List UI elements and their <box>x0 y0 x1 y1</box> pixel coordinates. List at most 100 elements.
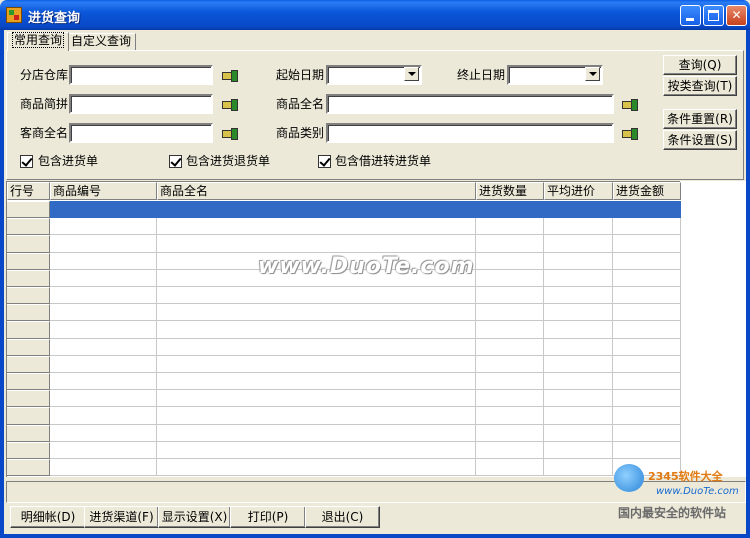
table-cell[interactable] <box>613 355 681 373</box>
table-cell[interactable] <box>613 338 681 356</box>
table-row[interactable] <box>7 390 681 408</box>
product-category-picker-icon[interactable] <box>622 127 638 140</box>
table-cell[interactable] <box>157 424 476 442</box>
table-cell[interactable] <box>476 304 544 322</box>
results-grid[interactable]: 行号 商品编号 商品全名 进货数量 平均进价 进货金额 <box>6 181 681 477</box>
column-header-avg-price[interactable]: 平均进价 <box>544 182 613 200</box>
table-cell[interactable] <box>613 424 681 442</box>
reset-conditions-button[interactable]: 条件重置(R) <box>663 109 737 129</box>
row-header[interactable] <box>7 201 50 219</box>
table-cell[interactable] <box>50 321 157 339</box>
table-row[interactable] <box>7 459 681 477</box>
table-cell[interactable] <box>476 269 544 287</box>
table-cell[interactable] <box>476 424 544 442</box>
table-row[interactable] <box>7 304 681 322</box>
table-cell[interactable] <box>544 252 613 270</box>
table-cell[interactable] <box>613 235 681 253</box>
table-cell[interactable] <box>544 459 613 477</box>
table-cell[interactable] <box>544 355 613 373</box>
start-date-dropdown-icon[interactable] <box>404 67 419 81</box>
row-header[interactable] <box>7 424 50 442</box>
table-cell[interactable] <box>157 218 476 236</box>
table-cell[interactable] <box>613 201 681 219</box>
table-cell[interactable] <box>50 338 157 356</box>
table-cell[interactable] <box>50 459 157 477</box>
table-cell[interactable] <box>613 269 681 287</box>
table-cell[interactable] <box>157 373 476 391</box>
table-row[interactable] <box>7 287 681 305</box>
table-cell[interactable] <box>157 459 476 477</box>
table-cell[interactable] <box>157 355 476 373</box>
column-header-purchase-qty[interactable]: 进货数量 <box>476 182 544 200</box>
table-cell[interactable] <box>544 201 613 219</box>
table-cell[interactable] <box>544 424 613 442</box>
row-header[interactable] <box>7 355 50 373</box>
column-header-product-name[interactable]: 商品全名 <box>157 182 476 200</box>
table-cell[interactable] <box>544 287 613 305</box>
row-header[interactable] <box>7 407 50 425</box>
table-row[interactable] <box>7 407 681 425</box>
column-header-row-no[interactable]: 行号 <box>7 182 50 200</box>
table-cell[interactable] <box>544 441 613 459</box>
table-cell[interactable] <box>157 201 476 219</box>
print-button[interactable]: 打印(P) <box>230 506 306 528</box>
tab-common-query[interactable]: 常用查询 <box>7 32 70 51</box>
table-cell[interactable] <box>613 407 681 425</box>
product-category-input[interactable] <box>326 123 614 143</box>
table-cell[interactable] <box>157 390 476 408</box>
table-cell[interactable] <box>613 441 681 459</box>
exit-button[interactable]: 退出(C) <box>305 506 380 528</box>
row-header[interactable] <box>7 321 50 339</box>
table-cell[interactable] <box>544 390 613 408</box>
table-cell[interactable] <box>157 304 476 322</box>
table-row[interactable] <box>7 441 681 459</box>
minimize-button[interactable] <box>680 5 701 26</box>
row-header[interactable] <box>7 441 50 459</box>
table-cell[interactable] <box>476 355 544 373</box>
table-cell[interactable] <box>157 321 476 339</box>
table-row[interactable] <box>7 373 681 391</box>
condition-settings-button[interactable]: 条件设置(S) <box>663 130 737 150</box>
include-purchase-return-checkbox[interactable] <box>169 155 182 168</box>
display-settings-button[interactable]: 显示设置(X) <box>158 506 231 528</box>
product-full-input[interactable] <box>326 94 614 114</box>
table-cell[interactable] <box>50 287 157 305</box>
table-cell[interactable] <box>50 424 157 442</box>
maximize-button[interactable] <box>703 5 724 26</box>
table-cell[interactable] <box>544 321 613 339</box>
table-cell[interactable] <box>476 338 544 356</box>
column-header-purchase-amount[interactable]: 进货金额 <box>613 182 681 200</box>
table-cell[interactable] <box>50 355 157 373</box>
table-cell[interactable] <box>476 459 544 477</box>
table-cell[interactable] <box>613 252 681 270</box>
table-cell[interactable] <box>476 441 544 459</box>
row-header[interactable] <box>7 304 50 322</box>
table-row[interactable] <box>7 235 681 253</box>
table-cell[interactable] <box>157 441 476 459</box>
table-cell[interactable] <box>157 235 476 253</box>
product-short-picker-icon[interactable] <box>222 98 238 111</box>
supplier-full-input[interactable] <box>69 123 213 143</box>
table-cell[interactable] <box>476 218 544 236</box>
table-cell[interactable] <box>157 338 476 356</box>
end-date-dropdown-icon[interactable] <box>585 67 600 81</box>
tab-custom-query[interactable]: 自定义查询 <box>66 33 137 50</box>
table-cell[interactable] <box>544 373 613 391</box>
table-cell[interactable] <box>476 407 544 425</box>
table-row[interactable] <box>7 321 681 339</box>
row-header[interactable] <box>7 459 50 477</box>
close-button[interactable]: ✕ <box>726 5 747 26</box>
table-cell[interactable] <box>50 269 157 287</box>
table-row[interactable] <box>7 424 681 442</box>
table-cell[interactable] <box>50 218 157 236</box>
table-cell[interactable] <box>476 373 544 391</box>
table-cell[interactable] <box>50 235 157 253</box>
table-cell[interactable] <box>50 201 157 219</box>
product-full-picker-icon[interactable] <box>622 98 638 111</box>
query-by-class-button[interactable]: 按类查询(T) <box>663 76 737 96</box>
row-header[interactable] <box>7 373 50 391</box>
table-cell[interactable] <box>544 269 613 287</box>
purchase-channel-button[interactable]: 进货渠道(F) <box>84 506 159 528</box>
table-cell[interactable] <box>544 218 613 236</box>
table-cell[interactable] <box>544 235 613 253</box>
